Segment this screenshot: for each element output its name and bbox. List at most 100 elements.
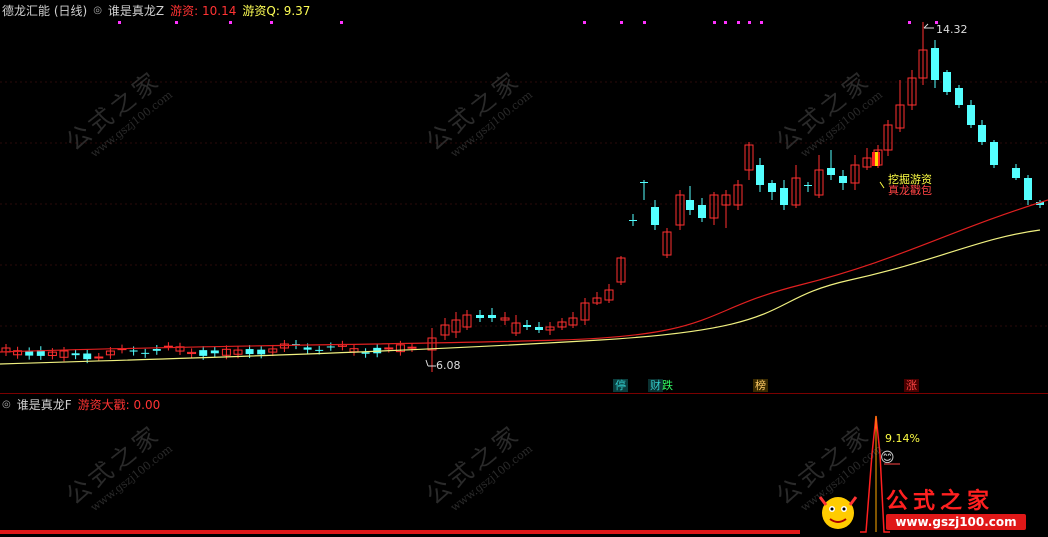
candle-body	[210, 350, 219, 354]
candle	[768, 180, 776, 200]
candle	[662, 228, 672, 258]
candle-body	[488, 315, 496, 318]
candle-body	[804, 185, 812, 186]
candle	[361, 348, 370, 358]
candle-body	[199, 350, 208, 356]
signal-marker	[713, 21, 716, 24]
brand-title: 公式之家	[886, 488, 995, 514]
candle	[175, 342, 185, 356]
candle	[955, 85, 963, 108]
candle-body	[640, 182, 648, 183]
candle	[545, 322, 555, 335]
candle-body	[955, 88, 963, 105]
ma-line-red	[0, 199, 1048, 353]
candle	[651, 200, 659, 230]
event-tag-halt[interactable]: 停	[613, 379, 628, 392]
signal-marker	[175, 21, 178, 24]
candle	[814, 155, 824, 198]
brand-logo: 公式之家 www.gszj100.com	[808, 483, 1048, 537]
candle	[698, 198, 706, 222]
ma-line-yellow	[0, 229, 1041, 365]
event-tag-billboard[interactable]: 榜	[753, 379, 768, 392]
brand-url[interactable]: www.gszj100.com	[886, 514, 1026, 530]
candle	[535, 322, 543, 333]
candle	[883, 120, 893, 156]
candle	[907, 70, 917, 110]
candle	[604, 284, 614, 303]
candle-body	[407, 346, 417, 349]
candle	[1, 344, 11, 356]
candle	[967, 100, 975, 128]
sub-indicator-name[interactable]: 谁是真龙F	[17, 397, 72, 413]
low-price-label: 6.08	[436, 359, 461, 372]
event-tag-fall[interactable]: 跌	[660, 379, 675, 392]
high-pointer	[923, 23, 934, 29]
candle	[163, 342, 173, 351]
candle-body	[651, 207, 659, 225]
candle	[257, 345, 266, 359]
candle	[675, 190, 685, 230]
candle-body	[827, 168, 835, 175]
candle-body	[698, 205, 706, 218]
candle	[756, 158, 764, 192]
candle-body	[1012, 168, 1020, 178]
candle	[557, 318, 567, 330]
candle	[71, 349, 80, 360]
candle	[488, 308, 496, 322]
candle	[862, 148, 872, 170]
candle	[407, 343, 417, 352]
candle-body	[839, 176, 847, 183]
stock-title: 德龙汇能 (日线)	[2, 4, 88, 18]
candle	[337, 340, 347, 351]
candle	[500, 312, 510, 325]
candle	[451, 312, 461, 338]
candle	[744, 142, 754, 180]
annotation-arrow	[879, 181, 885, 189]
candle	[990, 140, 998, 168]
candle	[152, 345, 161, 355]
candle	[943, 70, 951, 95]
candle	[1012, 164, 1020, 180]
limit-up-candle-mark	[875, 152, 878, 166]
sub-metric-value: 0.00	[133, 398, 161, 412]
candle	[592, 292, 602, 305]
candle-body	[25, 351, 34, 356]
candle-body	[384, 347, 394, 350]
candle	[616, 256, 626, 285]
indicator-toggle-icon[interactable]: ◎	[93, 3, 102, 19]
candle	[187, 348, 197, 358]
candle-body	[257, 349, 266, 355]
main-chart-panel[interactable]: 德龙汇能 (日线) ◎ 谁是真龙Z 游资: 10.14 游资Q: 9.37 14…	[0, 0, 1048, 393]
candle-body	[152, 349, 161, 351]
signal-marker	[760, 21, 763, 24]
candle-body	[303, 347, 312, 350]
candle	[427, 328, 437, 372]
candle	[733, 180, 743, 210]
signal-marker	[748, 21, 751, 24]
candle	[686, 186, 694, 215]
candle	[326, 342, 335, 351]
high-price-label: 14.32	[936, 23, 968, 36]
candle-body	[326, 346, 335, 348]
candle-body	[523, 325, 531, 327]
event-tag-rise[interactable]: 涨	[904, 379, 919, 392]
candle-body	[83, 353, 92, 360]
candle	[141, 348, 150, 358]
candle	[931, 40, 939, 88]
indicator-name[interactable]: 谁是真龙Z	[108, 3, 164, 19]
metric2-value: 9.37	[283, 4, 311, 18]
candle-body	[629, 220, 637, 221]
candle	[839, 170, 847, 190]
mascot-icon	[818, 496, 858, 529]
candle	[918, 22, 928, 85]
metric1-value: 10.14	[202, 4, 237, 18]
sub-indicator-toggle-icon[interactable]: ◎	[2, 397, 11, 413]
candle-body	[686, 200, 694, 210]
metric2-label: 游资Q:	[242, 4, 280, 18]
candle	[511, 315, 521, 336]
candle	[1024, 175, 1032, 205]
smiley-icon: 😊	[880, 450, 895, 466]
metric1-label: 游资:	[170, 4, 199, 18]
candle	[640, 180, 648, 200]
candle	[709, 192, 719, 225]
